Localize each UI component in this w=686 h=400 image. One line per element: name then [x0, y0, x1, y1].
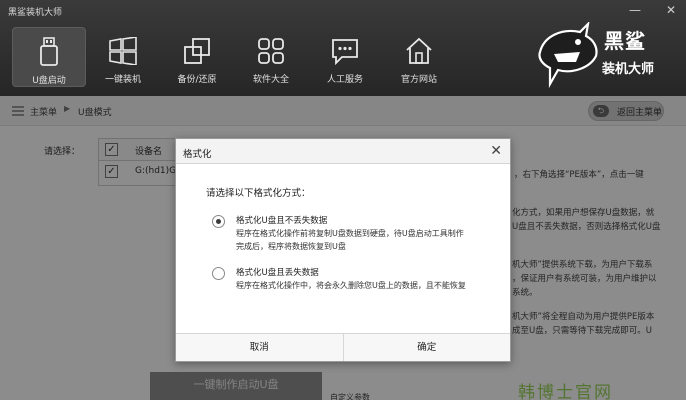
option-desc-line: 完成后，程序将数据恢复到U盘 — [236, 242, 346, 251]
home-icon — [403, 35, 435, 67]
nav-label: 一键装机 — [104, 75, 141, 85]
logo-title: 黑鲨 — [604, 29, 646, 53]
radio-keep-data[interactable] — [212, 215, 225, 228]
close-window-button[interactable]: ✕ — [664, 3, 678, 17]
logo-subtitle: 装机大师 — [602, 62, 655, 77]
nav-item-usb-boot[interactable]: U盘启动 — [12, 27, 86, 87]
nav-label: 官方网站 — [400, 75, 437, 85]
nav-item-software[interactable]: 软件大全 — [234, 27, 308, 87]
option-description: 程序在格式化操作前将复制U盘数据到硬盘，待U盘启动工具制作 完成后，程序将数据恢… — [236, 227, 464, 253]
dialog-title-bar: 格式化 ✕ — [176, 139, 510, 164]
minimize-button[interactable]: — — [628, 3, 642, 17]
usb-icon — [33, 36, 65, 68]
nav-label: 软件大全 — [252, 75, 289, 85]
nav-item-backup-restore[interactable]: 备份/还原 — [160, 27, 234, 87]
window-title: 黑鲨装机大师 — [8, 8, 63, 18]
app-header: 黑鲨装机大师 — ✕ U盘启动 一键装机 备份/还原 软件大全 人工服务 官方网… — [0, 0, 686, 96]
option-desc-line: 程序在格式化操作前将复制U盘数据到硬盘，待U盘启动工具制作 — [236, 229, 464, 238]
brand-logo: 黑鲨 装机大师 — [530, 20, 680, 92]
dialog-prompt: 请选择以下格式化方式： — [206, 188, 311, 199]
cancel-button[interactable]: 取消 — [176, 334, 343, 361]
shark-logo-icon — [538, 22, 598, 89]
format-dialog: 格式化 ✕ 请选择以下格式化方式： 格式化U盘且不丢失数据 程序在格式化操作前将… — [175, 138, 511, 362]
grid-icon — [255, 35, 287, 67]
nav-label: 人工服务 — [326, 75, 363, 85]
backup-icon — [181, 35, 213, 67]
nav-label: U盘启动 — [32, 76, 66, 86]
nav-item-official-site[interactable]: 官方网站 — [382, 27, 456, 87]
nav-item-manual-service[interactable]: 人工服务 — [308, 27, 382, 87]
option-title: 格式化U盘且不丢失数据 — [236, 216, 328, 226]
confirm-button[interactable]: 确定 — [342, 334, 510, 361]
main-nav: U盘启动 一键装机 备份/还原 软件大全 人工服务 官方网站 — [12, 27, 456, 87]
option-desc-line: 程序在格式化操作中，将会永久删除您U盘上的数据，且不能恢复 — [236, 281, 466, 290]
window-controls: — ✕ — [628, 3, 678, 17]
close-icon[interactable]: ✕ — [490, 143, 502, 159]
dialog-title: 格式化 — [183, 149, 212, 160]
radio-lose-data[interactable] — [212, 267, 225, 280]
option-title: 格式化U盘且丢失数据 — [236, 268, 319, 278]
windows-icon — [107, 35, 139, 67]
nav-label: 备份/还原 — [177, 75, 217, 85]
dialog-footer: 取消 确定 — [176, 333, 510, 361]
nav-item-one-click-install[interactable]: 一键装机 — [86, 27, 160, 87]
chat-icon — [329, 35, 361, 67]
option-description: 程序在格式化操作中，将会永久删除您U盘上的数据，且不能恢复 — [236, 279, 466, 292]
